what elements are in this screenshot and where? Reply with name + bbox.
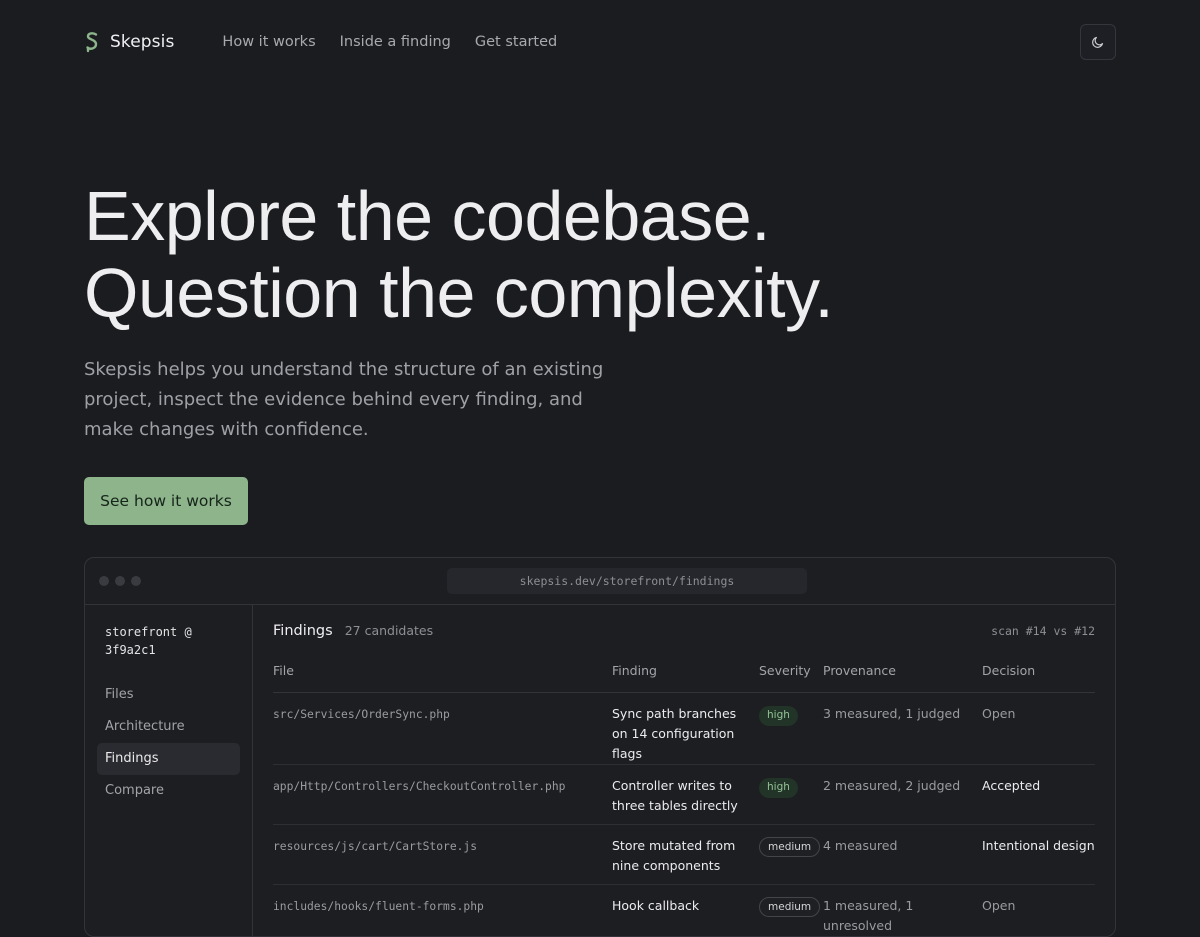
row-severity-cell: high: [759, 692, 823, 765]
moon-icon: [1092, 36, 1104, 48]
window-dot-minimize: [115, 576, 125, 586]
sidebar-item-findings[interactable]: Findings: [97, 743, 240, 775]
severity-badge: high: [759, 777, 798, 798]
column-header-provenance[interactable]: Provenance: [823, 663, 982, 693]
table-row[interactable]: app/Http/Controllers/CheckoutController.…: [273, 764, 1095, 825]
findings-header: Findings 27 candidates scan #14 vs #12: [273, 623, 1095, 643]
window-dot-maximize: [131, 576, 141, 586]
nav-link-get-started[interactable]: Get started: [475, 34, 557, 50]
row-decision: Intentional design: [982, 824, 1095, 885]
findings-panel: Findings 27 candidates scan #14 vs #12 F…: [273, 605, 1095, 936]
row-file: includes/hooks/fluent-forms.php: [273, 884, 612, 936]
nav-link-inside-a-finding[interactable]: Inside a finding: [340, 34, 451, 50]
theme-toggle-button[interactable]: [1080, 24, 1116, 60]
top-nav: Skepsis How it works Inside a finding Ge…: [84, 24, 1116, 60]
table-row[interactable]: includes/hooks/fluent-forms.php Hook cal…: [273, 884, 1095, 936]
row-severity-cell: medium: [759, 884, 823, 936]
row-severity-cell: medium: [759, 824, 823, 885]
hero-title-line-2: Question the complexity.: [84, 254, 834, 332]
nav-link-how-it-works[interactable]: How it works: [222, 34, 315, 50]
column-header-severity[interactable]: Severity: [759, 663, 823, 693]
scan-compare-label[interactable]: scan #14 vs #12: [991, 624, 1095, 638]
row-file: src/Services/OrderSync.php: [273, 692, 612, 765]
candidates-count: 27 candidates: [344, 623, 434, 638]
findings-table: File Finding Severity Provenance Decisio…: [273, 663, 1095, 936]
row-provenance: 4 measured: [823, 824, 982, 885]
window-dot-close: [99, 576, 109, 586]
brand-name: Skepsis: [110, 32, 175, 52]
window-body: storefront @ 3f9a2c1 Files Architecture …: [85, 605, 1115, 936]
repo-label: storefront @ 3f9a2c1: [105, 625, 192, 657]
window-controls: [99, 576, 141, 586]
table-row[interactable]: src/Services/OrderSync.php Sync path bra…: [273, 692, 1095, 765]
sidebar-item-compare[interactable]: Compare: [97, 775, 240, 807]
column-header-decision[interactable]: Decision: [982, 663, 1095, 693]
row-provenance: 1 measured, 1 unresolved: [823, 884, 982, 936]
sidebar-item-architecture[interactable]: Architecture: [97, 711, 240, 743]
nav-links: How it works Inside a finding Get starte…: [222, 34, 557, 50]
skepsis-logo-icon: [86, 32, 98, 53]
severity-badge: high: [759, 705, 798, 726]
row-finding: Hook callback: [612, 884, 759, 936]
hero-subtitle: Skepsis helps you understand the structu…: [84, 359, 604, 440]
row-decision: Open: [982, 884, 1095, 936]
severity-badge: medium: [759, 836, 821, 857]
column-header-finding[interactable]: Finding: [612, 663, 759, 693]
row-decision: Open: [982, 692, 1095, 765]
sidebar-item-files[interactable]: Files: [97, 679, 240, 711]
column-header-file[interactable]: File: [273, 663, 612, 693]
window-titlebar: skepsis.dev/storefront/findings: [85, 558, 1115, 605]
address-bar[interactable]: skepsis.dev/storefront/findings: [447, 568, 807, 594]
row-finding: Store mutated from nine components: [612, 824, 759, 885]
row-severity-cell: high: [759, 764, 823, 825]
row-finding: Controller writes to three tables direct…: [612, 764, 759, 825]
table-header-row: File Finding Severity Provenance Decisio…: [273, 663, 1095, 693]
hero-title-line-1: Explore the codebase.: [84, 177, 771, 255]
hero-title: Explore the codebase. Question the compl…: [84, 178, 1124, 332]
row-finding: Sync path branches on 14 configuration f…: [612, 692, 759, 765]
preview-sidebar: storefront @ 3f9a2c1 Files Architecture …: [85, 605, 253, 936]
findings-title: Findings: [273, 623, 333, 639]
row-file: app/Http/Controllers/CheckoutController.…: [273, 764, 612, 825]
see-how-it-works-button[interactable]: See how it works: [84, 477, 248, 525]
row-decision: Accepted: [982, 764, 1095, 825]
row-provenance: 2 measured, 2 judged: [823, 764, 982, 825]
row-file: resources/js/cart/CartStore.js: [273, 824, 612, 885]
row-provenance: 3 measured, 1 judged: [823, 692, 982, 765]
brand[interactable]: Skepsis: [84, 31, 174, 53]
table-row[interactable]: resources/js/cart/CartStore.js Store mut…: [273, 824, 1095, 885]
app-preview-window: skepsis.dev/storefront/findings storefro…: [84, 557, 1116, 937]
